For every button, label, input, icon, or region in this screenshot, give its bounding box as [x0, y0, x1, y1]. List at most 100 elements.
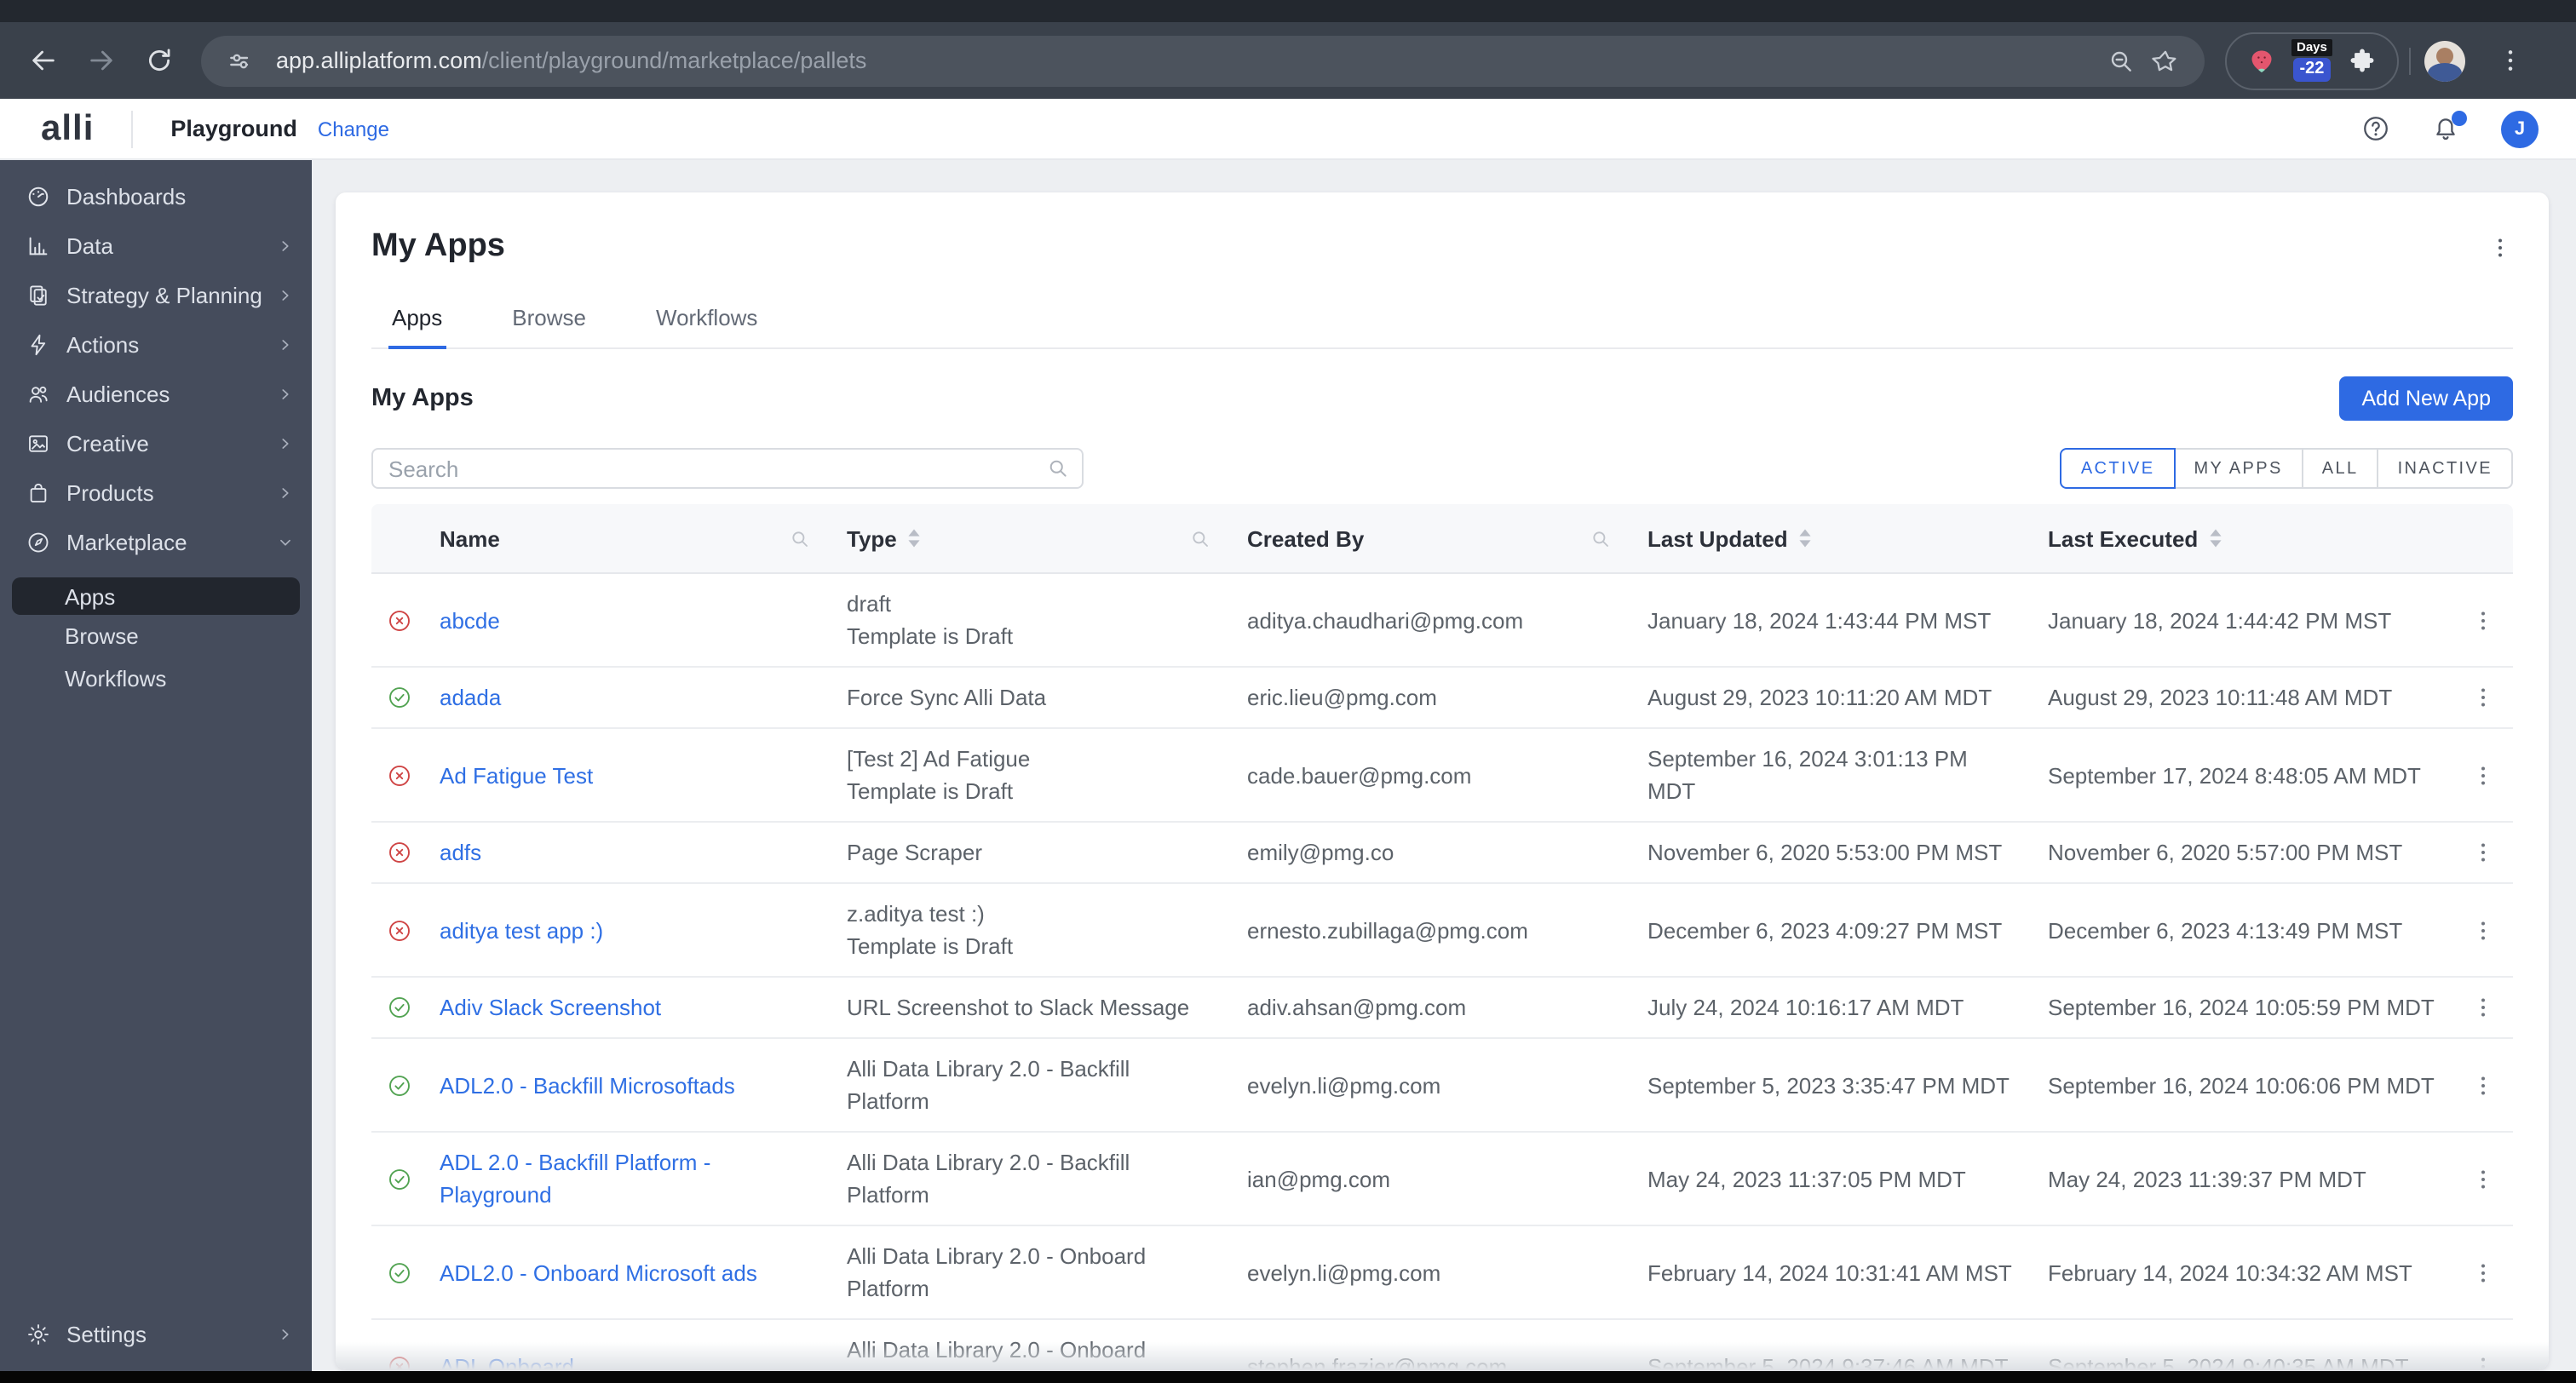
extensions-puzzle-icon[interactable] [2343, 40, 2383, 81]
type-cell: Alli Data Library 2.0 - Backfill Platfor… [833, 1053, 1233, 1117]
tab-apps[interactable]: Apps [388, 291, 446, 349]
column-header-last-executed[interactable]: Last Executed [2034, 525, 2453, 551]
column-header-last-updated[interactable]: Last Updated [1634, 525, 2034, 551]
back-icon[interactable] [14, 32, 72, 89]
sidebar-item-marketplace[interactable]: Marketplace [0, 518, 312, 567]
column-search-icon[interactable] [789, 527, 811, 549]
column-search-icon[interactable] [1590, 527, 1612, 549]
reload-icon[interactable] [129, 32, 187, 89]
sort-icon[interactable] [1798, 528, 1814, 548]
app-name-link[interactable]: ADL2.0 - Onboard Microsoft ads [440, 1260, 757, 1285]
sidebar-item-browse[interactable]: Browse [0, 615, 312, 657]
column-header-name[interactable]: Name [426, 525, 833, 551]
browser-profile-avatar[interactable] [2424, 40, 2465, 81]
created-by-cell: evelyn.li@pmg.com [1247, 1260, 1441, 1285]
app-name-link[interactable]: ADL2.0 - Backfill Microsoftads [440, 1072, 735, 1098]
row-menu-icon[interactable] [2453, 1072, 2513, 1098]
tab-workflows[interactable]: Workflows [653, 291, 761, 347]
type-line-2: Template is Draft [847, 778, 1014, 804]
chevron-icon [276, 434, 295, 453]
sidebar-item-audiences[interactable]: Audiences [0, 370, 312, 419]
last-executed-cell: May 24, 2023 11:39:37 PM MDT [2048, 1166, 2366, 1191]
url-bar[interactable]: app.alliplatform.com/client/playground/m… [201, 35, 2205, 86]
sidebar: Dashboards Data Strategy & Planning Acti… [0, 158, 312, 1383]
page-title: My Apps [371, 228, 505, 264]
sidebar-item-label: Dashboards [66, 184, 187, 209]
sidebar-item-actions[interactable]: Actions [0, 320, 312, 370]
type-line-2: Template is Draft [847, 933, 1014, 959]
sort-icon[interactable] [907, 528, 923, 548]
site-settings-icon[interactable] [218, 38, 262, 83]
alli-logo[interactable]: alli [41, 108, 94, 149]
status-cell [371, 685, 426, 710]
sort-icon[interactable] [2208, 528, 2223, 548]
sidebar-sub-item-label: Browse [65, 623, 139, 649]
status-icon [386, 1072, 411, 1098]
app-name-link[interactable]: adfs [440, 840, 481, 865]
add-new-app-button[interactable]: Add New App [2339, 376, 2513, 421]
app-name-link[interactable]: adada [440, 685, 501, 710]
sidebar-item-label: Creative [66, 431, 149, 456]
app-name-link[interactable]: Ad Fatigue Test [440, 762, 593, 788]
chevron-icon [276, 385, 295, 404]
column-header-type[interactable]: Type [833, 525, 1233, 551]
strawberry-extension-icon[interactable] [2240, 40, 2281, 81]
forward-icon[interactable] [72, 32, 129, 89]
filter-my-apps[interactable]: MY APPS [2175, 448, 2303, 489]
sidebar-item-dashboards[interactable]: Dashboards [0, 172, 312, 221]
extensions-pill: Days -22 [2225, 32, 2399, 89]
last-updated-cell: August 29, 2023 10:11:20 AM MDT [1647, 685, 1992, 710]
search-icon[interactable] [1046, 456, 1070, 489]
sidebar-item-settings[interactable]: Settings [0, 1310, 312, 1359]
bookmark-star-icon[interactable] [2143, 38, 2188, 83]
last-executed-cell: September 16, 2024 10:05:59 PM MDT [2048, 995, 2435, 1020]
filter-group: ACTIVE MY APPS ALL INACTIVE [2060, 448, 2513, 489]
column-header-created-by[interactable]: Created By [1233, 525, 1634, 551]
row-menu-icon[interactable] [2453, 1260, 2513, 1285]
filter-inactive[interactable]: INACTIVE [2378, 448, 2513, 489]
column-search-icon[interactable] [1189, 527, 1211, 549]
app-name-link[interactable]: aditya test app :) [440, 917, 603, 943]
browser-toolbar: app.alliplatform.com/client/playground/m… [0, 22, 2576, 99]
sidebar-item-workflows[interactable]: Workflows [0, 657, 312, 700]
user-avatar[interactable]: J [2501, 110, 2539, 147]
row-menu-icon[interactable] [2453, 840, 2513, 865]
tab-browse[interactable]: Browse [509, 291, 589, 347]
app-name-link[interactable]: abcde [440, 607, 500, 633]
sidebar-item-apps[interactable]: Apps [12, 577, 300, 615]
column-label: Last Executed [2048, 525, 2199, 551]
days-extension-badge[interactable]: Days -22 [2291, 39, 2332, 82]
sidebar-item-strategy-planning[interactable]: Strategy & Planning [0, 271, 312, 320]
sidebar-item-icon [26, 530, 51, 555]
zoom-out-icon[interactable] [2099, 38, 2143, 83]
created-by-cell: evelyn.li@pmg.com [1247, 1072, 1441, 1098]
row-menu-icon[interactable] [2453, 995, 2513, 1020]
browser-menu-icon[interactable] [2482, 32, 2540, 89]
status-cell [371, 995, 426, 1020]
card-menu-icon[interactable] [2487, 234, 2513, 260]
search-input[interactable] [371, 448, 1084, 489]
status-icon [386, 917, 411, 943]
column-label: Created By [1247, 525, 1365, 551]
change-workspace-link[interactable]: Change [318, 117, 389, 141]
table-row: Adiv Slack Screenshot URL Screenshot to … [371, 978, 2513, 1039]
sidebar-item-data[interactable]: Data [0, 221, 312, 271]
sidebar-item-products[interactable]: Products [0, 468, 312, 518]
table-body: abcde draft Template is Draft aditya.cha… [371, 574, 2513, 1369]
table-row: abcde draft Template is Draft aditya.cha… [371, 574, 2513, 668]
notifications-bell[interactable] [2431, 111, 2467, 143]
filter-all[interactable]: ALL [2303, 448, 2379, 489]
row-menu-icon[interactable] [2453, 607, 2513, 633]
app-name-link[interactable]: ADL 2.0 - Backfill Platform - Playground [440, 1150, 710, 1208]
days-badge-label: Days [2291, 39, 2332, 56]
row-menu-icon[interactable] [2453, 1166, 2513, 1191]
sidebar-item-creative[interactable]: Creative [0, 419, 312, 468]
help-icon[interactable] [2361, 114, 2390, 143]
row-menu-icon[interactable] [2453, 685, 2513, 710]
type-cell: Force Sync Alli Data [833, 681, 1233, 714]
row-menu-icon[interactable] [2453, 917, 2513, 943]
app-name-link[interactable]: Adiv Slack Screenshot [440, 995, 661, 1020]
row-menu-icon[interactable] [2453, 762, 2513, 788]
filter-active[interactable]: ACTIVE [2060, 448, 2176, 489]
chevron-icon [276, 484, 295, 502]
